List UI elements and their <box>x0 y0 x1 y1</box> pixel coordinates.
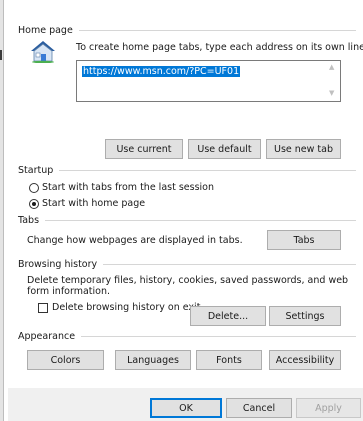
group-divider <box>78 30 356 31</box>
history-settings-button[interactable]: Settings <box>269 306 341 326</box>
browsing-history-group-title: Browsing history <box>18 259 356 270</box>
textarea-scrollbar[interactable]: ▲ ▼ <box>326 61 340 101</box>
window-left-edge <box>0 0 4 421</box>
colors-button[interactable]: Colors <box>27 350 104 370</box>
appearance-group-label: Appearance <box>18 331 76 342</box>
home-page-instruction: To create home page tabs, type each addr… <box>76 42 363 53</box>
radio-last-session-label[interactable]: Start with tabs from the last session <box>42 182 214 193</box>
group-divider <box>103 264 356 265</box>
scroll-up-arrow-icon[interactable]: ▲ <box>329 63 334 71</box>
radio-home-page[interactable] <box>29 199 39 209</box>
tabs-group-label: Tabs <box>18 215 40 226</box>
home-page-url-value: https://www.msn.com/?PC=UF01 <box>82 66 241 77</box>
accessibility-button[interactable]: Accessibility <box>269 350 341 370</box>
window-edge-marker <box>0 50 2 60</box>
delete-history-button[interactable]: Delete... <box>190 306 266 326</box>
group-divider <box>45 220 356 221</box>
home-page-group-label: Home page <box>18 25 73 36</box>
startup-group-title: Startup <box>18 165 356 176</box>
languages-button[interactable]: Languages <box>115 350 191 370</box>
cancel-button[interactable]: Cancel <box>226 398 292 418</box>
appearance-group-title: Appearance <box>18 331 356 342</box>
home-page-group-title: Home page <box>18 25 356 36</box>
tabs-button[interactable]: Tabs <box>267 230 341 250</box>
browsing-history-group-label: Browsing history <box>18 259 98 270</box>
tabs-group-title: Tabs <box>18 215 356 226</box>
use-current-button[interactable]: Use current <box>105 139 183 159</box>
radio-home-page-label[interactable]: Start with home page <box>42 198 145 209</box>
browsing-history-description-line-2: form information. <box>27 286 111 297</box>
radio-last-session[interactable] <box>29 183 39 193</box>
apply-button[interactable]: Apply <box>296 398 361 418</box>
house-icon <box>30 39 56 64</box>
tabs-description: Change how webpages are displayed in tab… <box>27 235 243 246</box>
delete-on-exit-label[interactable]: Delete browsing history on exit <box>52 302 200 313</box>
group-divider <box>81 336 356 337</box>
browsing-history-description-line-1: Delete temporary files, history, cookies… <box>27 275 349 286</box>
home-page-url-textarea[interactable]: https://www.msn.com/?PC=UF01 ▲ ▼ <box>76 60 341 102</box>
use-default-button[interactable]: Use default <box>188 139 261 159</box>
delete-on-exit-checkbox[interactable] <box>38 303 48 313</box>
fonts-button[interactable]: Fonts <box>196 350 262 370</box>
group-divider <box>59 170 356 171</box>
ok-button[interactable]: OK <box>150 398 222 418</box>
use-new-tab-button[interactable]: Use new tab <box>266 139 341 159</box>
startup-group-label: Startup <box>18 165 54 176</box>
scroll-down-arrow-icon[interactable]: ▼ <box>329 89 334 97</box>
